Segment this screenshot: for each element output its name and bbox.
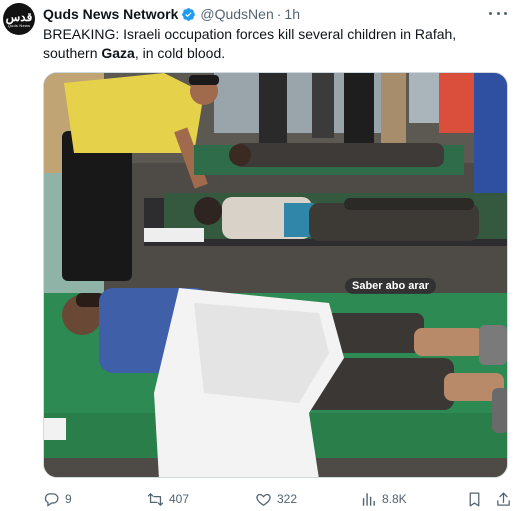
timestamp[interactable]: 1h bbox=[284, 6, 300, 22]
bookmark-button[interactable] bbox=[466, 490, 483, 508]
like-button[interactable]: 322 bbox=[255, 490, 297, 508]
photo-watermark: Saber abo arar bbox=[345, 278, 437, 294]
tweet-actions: 9 407 322 8.8K bbox=[43, 490, 510, 508]
tweet-text-bold: Gaza bbox=[101, 45, 135, 61]
repost-count: 407 bbox=[169, 492, 190, 506]
heart-icon bbox=[256, 493, 271, 506]
more-options-icon[interactable] bbox=[489, 7, 507, 19]
tweet-header: Quds News Network @QudsNen · 1h bbox=[43, 5, 300, 23]
views-button[interactable]: 8.8K bbox=[360, 490, 407, 508]
avatar[interactable]: قدس Quds News bbox=[3, 3, 35, 35]
like-count: 322 bbox=[277, 492, 298, 506]
reply-count: 9 bbox=[65, 492, 72, 506]
author-handle[interactable]: @QudsNen bbox=[200, 6, 273, 22]
avatar-logo-text: قدس bbox=[5, 9, 33, 24]
tweet-media-photo[interactable]: Saber abo arar bbox=[43, 72, 508, 478]
display-name[interactable]: Quds News Network bbox=[43, 6, 178, 22]
bookmark-icon bbox=[469, 491, 480, 507]
repost-button[interactable]: 407 bbox=[147, 490, 189, 508]
photo-illustration bbox=[44, 73, 507, 477]
separator-dot: · bbox=[276, 6, 282, 22]
avatar-logo-subtext: Quds News bbox=[7, 22, 31, 28]
retweet-icon bbox=[147, 492, 164, 506]
views-chart-icon bbox=[362, 492, 375, 506]
view-count: 8.8K bbox=[382, 492, 407, 506]
tweet[interactable]: قدس Quds News Quds News Network @QudsNen… bbox=[0, 0, 516, 511]
share-icon bbox=[497, 491, 510, 506]
tweet-text-part2: , in cold blood. bbox=[134, 45, 226, 61]
verified-badge-icon bbox=[181, 7, 196, 22]
reply-icon bbox=[44, 492, 59, 507]
share-button[interactable] bbox=[495, 490, 512, 508]
reply-button[interactable]: 9 bbox=[43, 490, 72, 508]
tweet-text: BREAKING: Israeli occupation forces kill… bbox=[43, 25, 508, 63]
